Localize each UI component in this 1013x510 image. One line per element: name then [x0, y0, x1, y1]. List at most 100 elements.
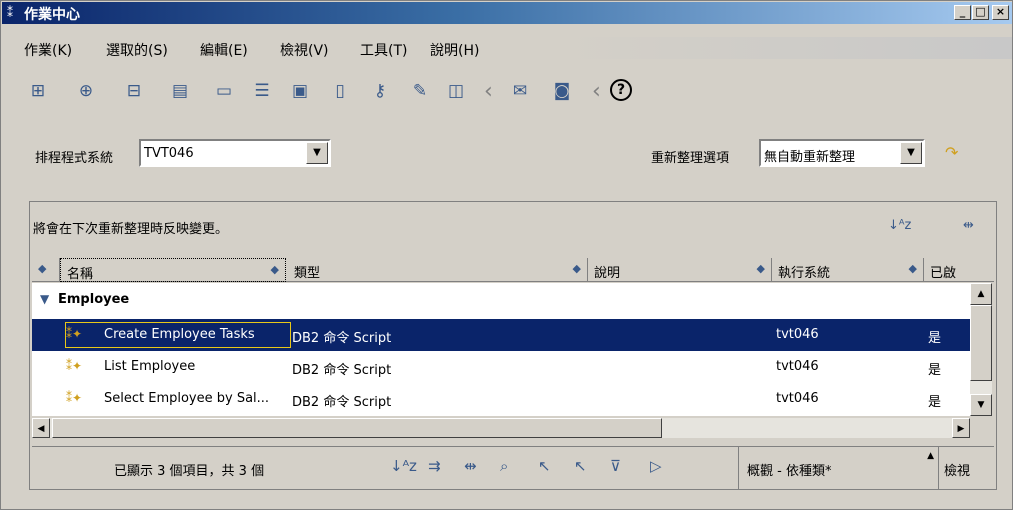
sort-az-icon[interactable]: ↓ᴬz	[390, 457, 417, 475]
toolbar-separator: ‹	[484, 79, 493, 104]
menu-view[interactable]: 檢視(V)	[280, 40, 329, 60]
refresh-combo[interactable]: 無自動重新整理 ▼	[759, 139, 925, 167]
row-system: tvt046	[776, 391, 819, 406]
command-icon[interactable]: ▭	[212, 79, 236, 103]
view-button[interactable]: 檢視	[944, 460, 970, 479]
sort-az-icon[interactable]: ↓ᴬz	[888, 218, 911, 233]
task-center-window: ⁑ 作業中心 _ □ × 作業(K) 選取的(S) 編輯(E) 檢視(V) 工具…	[0, 0, 1013, 510]
task-icon: ⁑✦	[66, 359, 83, 373]
scroll-right-icon[interactable]: ▶	[952, 418, 970, 438]
contacts-icon[interactable]: ✉	[508, 79, 532, 103]
sort-icon: ◆	[270, 263, 279, 276]
database-icon[interactable]: ▤	[168, 79, 192, 103]
row-name: Select Employee by Sal...	[104, 391, 270, 406]
row-enabled: 是	[928, 331, 942, 346]
scroll-thumb[interactable]	[52, 418, 662, 438]
task-panel: 將會在下次重新整理時反映變更。 ↓ᴬz ⇹ ◆ 名稱 ◆ 類型 ◆ 說明 ◆ 執…	[29, 201, 997, 490]
title-bar[interactable]: ⁑ 作業中心 _ □ ×	[2, 2, 1012, 24]
group-row[interactable]: ▼ Employee	[32, 283, 970, 319]
row-name: List Employee	[104, 359, 196, 374]
list-icon[interactable]: ☰	[250, 79, 274, 103]
note-icon[interactable]: ▯	[328, 79, 352, 103]
monitor-icon[interactable]: ▣	[288, 79, 312, 103]
scroll-down-icon[interactable]: ▼	[970, 394, 992, 416]
row-type: DB2 命令 Script	[292, 395, 392, 410]
toolbar: ⊞ ⊕ ⊟ ▤ ▭ ☰ ▣ ▯ ⚷ ✎ ◫ ‹ ✉ ◙ ‹ ?	[2, 67, 1012, 115]
header-system[interactable]: 執行系統 ◆	[772, 258, 924, 282]
menu-tasks[interactable]: 作業(K)	[24, 40, 72, 60]
hierarchy-icon[interactable]: ⊟	[122, 79, 146, 103]
row-enabled: 是	[928, 395, 942, 410]
header-sort-cell[interactable]: ◆	[32, 258, 60, 282]
task-icon: ⁑✦	[66, 391, 83, 405]
help-icon[interactable]: ?	[610, 79, 632, 101]
tree-icon[interactable]: ⊞	[26, 79, 50, 103]
header-enabled[interactable]: 已啟	[924, 258, 994, 282]
menu-edit[interactable]: 編輯(E)	[200, 40, 248, 60]
find-icon[interactable]: ⌕	[500, 457, 508, 475]
network-icon[interactable]: ⊕	[74, 79, 98, 103]
table-row[interactable]: ⁑✦ List Employee DB2 命令 Script tvt046 是	[32, 351, 970, 383]
status-bar: 已顯示 3 個項目，共 3 個 ↓ᴬz ⇉ ⇹ ⌕ ↖ ↖ ⊽ ▷ 概觀 - 依…	[32, 446, 994, 489]
menu-help[interactable]: 說明(H)	[430, 40, 479, 60]
table-row[interactable]: ⁑✦ Select Employee by Sal... DB2 命令 Scri…	[32, 383, 970, 415]
horizontal-scrollbar[interactable]: ◀ ▶	[32, 418, 970, 438]
columns-icon[interactable]: ⇹	[464, 457, 477, 475]
sort-icon: ◆	[908, 262, 917, 275]
filter-icon[interactable]: ⇉	[428, 457, 441, 475]
select-remove-icon[interactable]: ↖	[574, 457, 587, 475]
columns-icon[interactable]: ⇹	[963, 218, 974, 233]
refresh-icon[interactable]: ↷	[945, 143, 958, 162]
app-icon: ⁑	[7, 6, 13, 20]
sort-icon: ◆	[38, 262, 47, 275]
scheduler-combo[interactable]: TVT046 ▼	[139, 139, 331, 167]
panel-message: 將會在下次重新整理時反映變更。	[33, 222, 229, 237]
table-row[interactable]: ⁑✦ Create Employee Tasks DB2 命令 Script t…	[32, 319, 970, 351]
view-select-value: 概觀 - 依種類*	[747, 464, 832, 479]
row-system: tvt046	[776, 327, 819, 342]
row-system: tvt046	[776, 359, 819, 374]
row-type: DB2 命令 Script	[292, 363, 392, 378]
header-desc[interactable]: 說明 ◆	[588, 258, 772, 282]
menu-tools[interactable]: 工具(T)	[360, 40, 407, 60]
minimize-button[interactable]: _	[954, 5, 971, 20]
play-icon[interactable]: ▷	[650, 457, 662, 475]
row-type: DB2 命令 Script	[292, 331, 392, 346]
menu-bar: 作業(K) 選取的(S) 編輯(E) 檢視(V) 工具(T) 說明(H)	[2, 37, 1012, 59]
menu-selected[interactable]: 選取的(S)	[106, 40, 168, 60]
select-add-icon[interactable]: ↖	[538, 457, 551, 475]
window-title: 作業中心	[24, 7, 80, 23]
scroll-up-icon[interactable]: ▲	[970, 283, 992, 305]
vertical-scrollbar[interactable]: ▲ ▼	[970, 283, 992, 416]
item-count: 已顯示 3 個項目，共 3 個	[114, 464, 265, 479]
chevron-down-icon[interactable]: ▼	[900, 142, 922, 164]
refresh-value: 無自動重新整理	[764, 150, 856, 165]
chevron-down-icon[interactable]: ▼	[40, 292, 49, 306]
wizard-icon[interactable]: ✎	[408, 79, 432, 103]
sort-icon: ◆	[572, 262, 581, 275]
chevron-up-icon[interactable]: ▲	[927, 451, 934, 461]
chevron-down-icon[interactable]: ▼	[306, 142, 328, 164]
refresh-label: 重新整理選項	[651, 151, 730, 166]
header-system-label: 執行系統	[778, 266, 831, 281]
key-icon[interactable]: ⚷	[368, 79, 392, 103]
close-button[interactable]: ×	[992, 5, 1009, 20]
sort-icon: ◆	[756, 262, 765, 275]
window-icon[interactable]: ◙	[550, 79, 574, 103]
header-desc-label: 說明	[594, 266, 621, 281]
header-name[interactable]: 名稱 ◆	[60, 258, 286, 282]
column-header: ◆ 名稱 ◆ 類型 ◆ 說明 ◆ 執行系統 ◆ 已啟	[32, 258, 994, 282]
expand-icon[interactable]: ⊽	[610, 457, 621, 475]
view-select[interactable]: 概觀 - 依種類* ▲	[738, 447, 939, 489]
header-type[interactable]: 類型 ◆	[288, 258, 588, 282]
scroll-left-icon[interactable]: ◀	[32, 418, 50, 438]
header-enabled-label: 已啟	[930, 266, 957, 281]
header-name-label: 名稱	[67, 267, 94, 282]
header-type-label: 類型	[294, 266, 321, 281]
maximize-button[interactable]: □	[972, 5, 989, 20]
computer-icon[interactable]: ◫	[444, 79, 468, 103]
group-label: Employee	[58, 292, 130, 307]
scroll-thumb[interactable]	[970, 305, 992, 381]
focus-outline	[65, 322, 291, 348]
scheduler-value: TVT046	[144, 146, 194, 161]
